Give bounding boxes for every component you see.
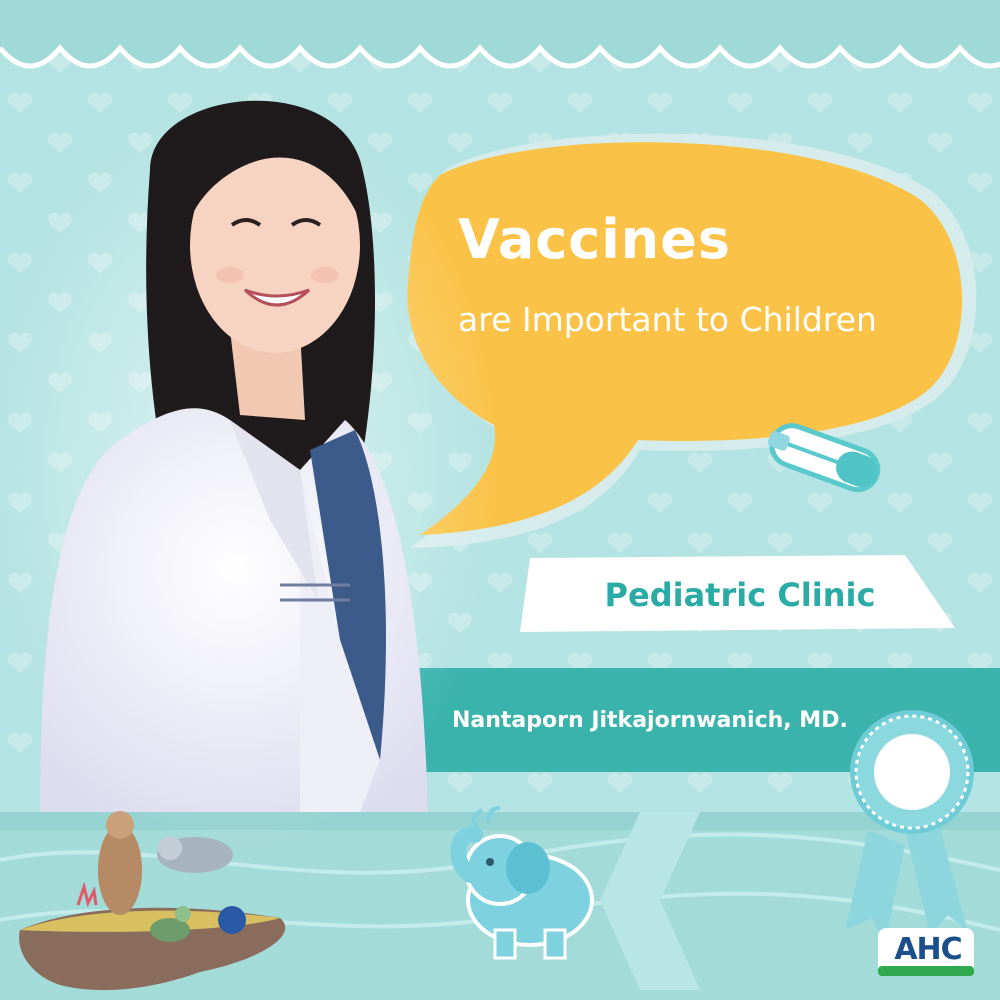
doctor-name: Nantaporn Jitkajornwanich, MD. xyxy=(452,708,848,733)
ahc-logo-text: AHC xyxy=(894,932,962,967)
poster-canvas: Vaccines are Important to Children Pedia… xyxy=(0,0,1000,1000)
doctor-photo xyxy=(0,90,500,850)
headline: Vaccines xyxy=(458,208,732,271)
scalloped-border xyxy=(0,0,1000,69)
clinic-label: Pediatric Clinic xyxy=(604,576,876,614)
background-art xyxy=(0,0,1000,1000)
subheadline: are Important to Children xyxy=(458,300,877,339)
